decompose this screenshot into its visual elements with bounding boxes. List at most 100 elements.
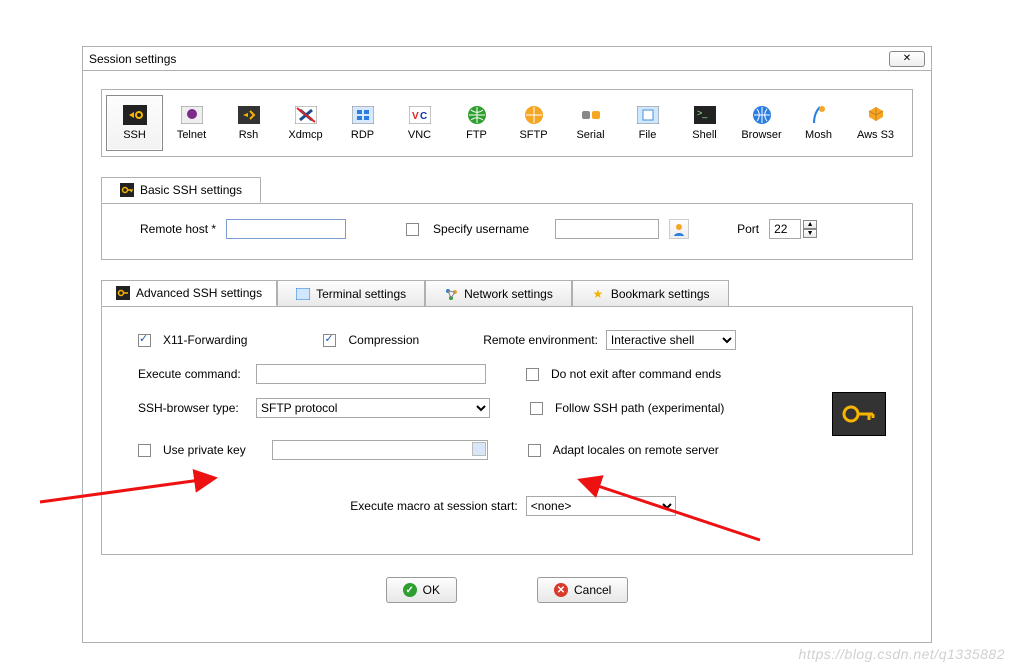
adapt-locales-checkbox[interactable]: [528, 444, 541, 457]
tab-label: Bookmark settings: [611, 287, 710, 301]
tab-label: Network settings: [464, 287, 553, 301]
port-spin-down[interactable]: ▼: [803, 229, 817, 238]
protocol-file[interactable]: File: [619, 95, 676, 151]
protocol-rdp[interactable]: RDP: [334, 95, 391, 151]
session-settings-dialog: Session settings ✕ SSH Telnet Rsh Xdmcp …: [82, 46, 932, 643]
protocol-xdmcp[interactable]: Xdmcp: [277, 95, 334, 151]
protocol-shell[interactable]: >_ Shell: [676, 95, 733, 151]
follow-ssh-path-label: Follow SSH path (experimental): [555, 401, 724, 415]
protocol-sftp[interactable]: SFTP: [505, 95, 562, 151]
ssh-browser-type-label: SSH-browser type:: [138, 401, 248, 415]
remote-host-input[interactable]: [226, 219, 346, 239]
network-icon: [444, 287, 458, 301]
xdmcp-icon: [294, 105, 318, 125]
serial-icon: [579, 105, 603, 125]
browser-icon: [750, 105, 774, 125]
protocol-vnc[interactable]: VC VNC: [391, 95, 448, 151]
use-private-key-checkbox[interactable]: [138, 444, 151, 457]
protocol-rsh[interactable]: Rsh: [220, 95, 277, 151]
terminal-icon: [296, 287, 310, 301]
tab-label: Terminal settings: [316, 287, 406, 301]
protocol-serial[interactable]: Serial: [562, 95, 619, 151]
execute-macro-label: Execute macro at session start:: [350, 499, 517, 513]
compression-checkbox[interactable]: [323, 334, 336, 347]
port-label: Port: [737, 222, 759, 236]
watermark: https://blog.csdn.net/q1335882: [799, 646, 1005, 662]
ssh-browser-type-select[interactable]: SFTP protocol: [256, 398, 490, 418]
tab-terminal-settings[interactable]: Terminal settings: [277, 280, 425, 306]
protocol-toolbar: SSH Telnet Rsh Xdmcp RDP VC VNC FTP SFTP: [101, 89, 913, 157]
vnc-icon: VC: [408, 105, 432, 125]
protocol-label: Aws S3: [857, 129, 894, 141]
remote-environment-select[interactable]: Interactive shell: [606, 330, 736, 350]
use-private-key-label: Use private key: [163, 443, 246, 457]
x11-forwarding-checkbox[interactable]: [138, 334, 151, 347]
ok-icon: ✓: [403, 583, 417, 597]
execute-macro-select[interactable]: <none>: [526, 496, 676, 516]
remote-environment-label: Remote environment:: [483, 333, 598, 347]
port-input[interactable]: [769, 219, 801, 239]
ssh-icon: [123, 105, 147, 125]
protocol-label: Rsh: [239, 129, 259, 141]
cancel-label: Cancel: [574, 583, 611, 597]
protocol-browser[interactable]: Browser: [733, 95, 790, 151]
ok-button[interactable]: ✓ OK: [386, 577, 457, 603]
execute-command-input[interactable]: [256, 364, 486, 384]
rsh-icon: [237, 105, 261, 125]
protocol-label: Telnet: [177, 129, 206, 141]
execute-command-label: Execute command:: [138, 367, 248, 381]
protocol-label: Shell: [692, 129, 716, 141]
tab-network-settings[interactable]: Network settings: [425, 280, 572, 306]
do-not-exit-checkbox[interactable]: [526, 368, 539, 381]
remote-host-label: Remote host *: [140, 222, 216, 236]
port-spin-up[interactable]: ▲: [803, 220, 817, 229]
specify-username-label: Specify username: [433, 222, 529, 236]
basic-ssh-section: Basic SSH settings Remote host * Specify…: [101, 203, 913, 260]
username-input[interactable]: [555, 219, 659, 239]
protocol-ssh[interactable]: SSH: [106, 95, 163, 151]
ok-label: OK: [423, 583, 440, 597]
star-icon: ★: [591, 287, 605, 301]
cancel-button[interactable]: ✕ Cancel: [537, 577, 628, 603]
protocol-label: File: [639, 129, 657, 141]
protocol-aws-s3[interactable]: Aws S3: [847, 95, 904, 151]
file-icon: [636, 105, 660, 125]
svg-text:C: C: [420, 111, 427, 122]
shell-icon: >_: [693, 105, 717, 125]
mosh-icon: [807, 105, 831, 125]
protocol-label: Serial: [576, 129, 604, 141]
protocol-label: Xdmcp: [288, 129, 322, 141]
tab-basic-ssh[interactable]: Basic SSH settings: [101, 177, 261, 203]
protocol-label: SFTP: [519, 129, 547, 141]
private-key-path-input[interactable]: [272, 440, 488, 460]
cancel-icon: ✕: [554, 583, 568, 597]
key-icon: [116, 286, 130, 300]
adapt-locales-label: Adapt locales on remote server: [553, 443, 719, 457]
tab-label: Basic SSH settings: [140, 183, 242, 197]
sftp-icon: [522, 105, 546, 125]
x11-forwarding-label: X11-Forwarding: [163, 333, 247, 347]
titlebar: Session settings ✕: [83, 47, 931, 71]
tab-advanced-ssh[interactable]: Advanced SSH settings: [101, 280, 277, 306]
rdp-icon: [351, 105, 375, 125]
telnet-icon: [180, 105, 204, 125]
dialog-button-bar: ✓ OK ✕ Cancel: [83, 577, 931, 603]
user-picker-button[interactable]: [669, 219, 689, 239]
tab-label: Advanced SSH settings: [136, 286, 262, 300]
protocol-ftp[interactable]: FTP: [448, 95, 505, 151]
specify-username-checkbox[interactable]: [406, 223, 419, 236]
protocol-label: SSH: [123, 129, 146, 141]
dialog-title: Session settings: [89, 52, 889, 66]
advanced-section: Advanced SSH settings Terminal settings …: [101, 306, 913, 555]
protocol-mosh[interactable]: Mosh: [790, 95, 847, 151]
protocol-telnet[interactable]: Telnet: [163, 95, 220, 151]
key-icon: [120, 183, 134, 197]
compression-label: Compression: [348, 333, 419, 347]
do-not-exit-label: Do not exit after command ends: [551, 367, 721, 381]
aws-s3-icon: [864, 105, 888, 125]
close-button[interactable]: ✕: [889, 51, 925, 67]
key-artwork: [832, 392, 886, 436]
ftp-icon: [465, 105, 489, 125]
tab-bookmark-settings[interactable]: ★ Bookmark settings: [572, 280, 729, 306]
follow-ssh-path-checkbox[interactable]: [530, 402, 543, 415]
